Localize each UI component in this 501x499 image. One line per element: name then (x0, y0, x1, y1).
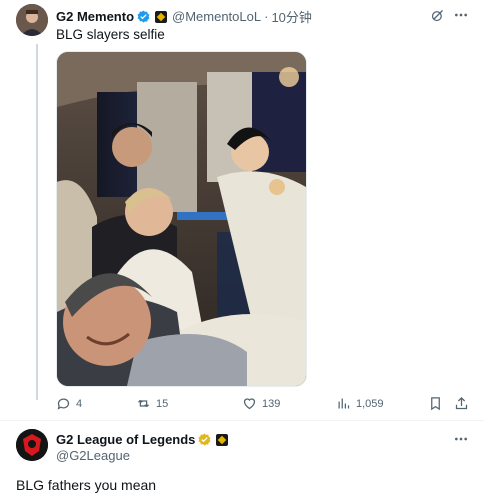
like-count: 139 (262, 397, 281, 410)
more-options-icon[interactable] (452, 6, 470, 24)
verified-badge-icon (137, 10, 150, 23)
tweet2-handle[interactable]: @G2League (56, 448, 130, 463)
retweet-count: 15 (156, 397, 169, 410)
tweet-divider (0, 420, 484, 421)
views-count: 1,059 (356, 397, 384, 410)
tweet2-header: G2 League of Legends (56, 432, 229, 447)
tweet1-timestamp[interactable]: 10分钟 (271, 7, 311, 26)
team-affiliation-icon[interactable] (216, 433, 229, 446)
gold-verified-badge-icon (198, 433, 211, 446)
retweet-button[interactable]: 15 (136, 396, 168, 411)
tweet1-display-name[interactable]: G2 Memento (56, 9, 134, 24)
thread-connector-line (36, 44, 38, 400)
heart-icon (243, 398, 256, 410)
tweet-photo[interactable] (56, 51, 307, 387)
bookmark-icon (431, 397, 440, 411)
tweet2-display-name[interactable]: G2 League of Legends (56, 432, 195, 447)
tweet1-text: BLG slayers selfie (56, 27, 165, 42)
tweet1-handle[interactable]: @MementoLoL (172, 9, 261, 24)
reply-count: 4 (76, 397, 83, 410)
share-icon (455, 396, 468, 410)
share-button[interactable] (454, 396, 474, 411)
tweet2-text: BLG fathers you mean (16, 477, 157, 493)
grok-icon[interactable] (428, 6, 446, 24)
analytics-icon (338, 398, 350, 409)
retweet-icon (138, 399, 149, 408)
g2-logo-avatar[interactable] (16, 429, 48, 461)
more-options-icon[interactable] (452, 430, 470, 448)
team-affiliation-icon[interactable] (155, 10, 168, 23)
tweet1-action-bar: 4 15 139 1,059 (56, 396, 476, 416)
views-button[interactable]: 1,059 (336, 396, 384, 411)
reply-button[interactable]: 4 (56, 396, 82, 411)
reply-icon (57, 398, 70, 410)
memento-avatar[interactable] (16, 4, 48, 36)
like-button[interactable]: 139 (242, 396, 280, 411)
separator-dot: · (264, 9, 269, 24)
tweet1-header: G2 Memento @MementoLoL · 10分钟 (56, 7, 312, 26)
bookmark-button[interactable] (428, 396, 448, 411)
